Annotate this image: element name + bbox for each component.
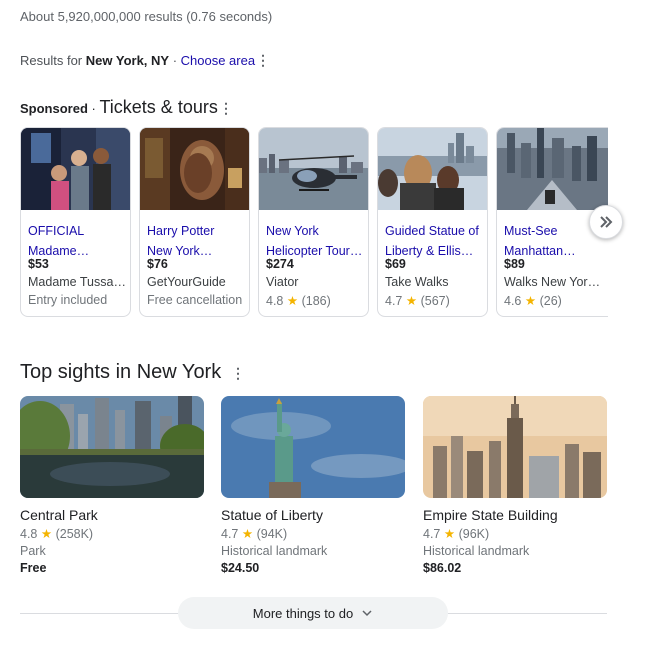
sight-type: Park: [20, 544, 46, 558]
ticket-price: $53: [28, 257, 49, 271]
sight-card[interactable]: Statue of Liberty 4.7 ★ (94K) Historical…: [221, 396, 405, 575]
sight-price: Free: [20, 561, 47, 575]
sight-image-empire-state: [423, 396, 607, 498]
sight-image-statue-of-liberty: [221, 396, 405, 498]
sight-rating: 4.7 ★ (94K): [221, 527, 288, 541]
location-prefix: Results for: [20, 53, 86, 68]
ticket-seller: Walks New Yor…: [504, 275, 601, 289]
sight-rating: 4.7 ★ (96K): [423, 527, 490, 541]
location-separator: ·: [169, 53, 181, 68]
ticket-title[interactable]: Guided Statue of Liberty & Ellis…: [385, 221, 485, 261]
tickets-more-icon[interactable]: ⋮: [219, 101, 233, 115]
ticket-card[interactable]: New York Helicopter Tour… $274 Viator 4.…: [258, 127, 369, 317]
location-place: New York, NY: [85, 53, 170, 68]
chevron-down-icon: [362, 610, 372, 617]
star-icon: ★: [286, 294, 299, 308]
sponsored-header: Sponsored · Tickets & tours: [20, 97, 218, 118]
more-things-label: More things to do: [252, 605, 354, 621]
ticket-rating: 4.6 ★ (26): [504, 294, 562, 308]
ticket-image-statue-tour: [378, 128, 487, 210]
ticket-seller: GetYourGuide: [147, 275, 226, 289]
sight-name[interactable]: Statue of Liberty: [221, 507, 405, 523]
ticket-rating: 4.8 ★ (186): [266, 294, 331, 308]
location-more-icon[interactable]: ⋮: [256, 53, 270, 67]
star-icon: ★: [405, 294, 418, 308]
ticket-meta: Entry included: [28, 293, 108, 307]
sight-name[interactable]: Central Park: [20, 507, 204, 523]
ticket-meta: Free cancellation: [147, 293, 243, 307]
ticket-image-manhattan: [497, 128, 608, 210]
sight-rating: 4.8 ★ (258K): [20, 527, 94, 541]
choose-area-link[interactable]: Choose area: [181, 53, 255, 68]
ticket-card[interactable]: OFFICIAL Madame… $53 Madame Tussa… Entry…: [20, 127, 131, 317]
sponsored-separator: ·: [87, 101, 100, 116]
ticket-seller: Madame Tussa…: [28, 275, 126, 289]
ticket-image-helicopter: [259, 128, 368, 210]
sight-type: Historical landmark: [221, 544, 328, 558]
ticket-price: $89: [504, 257, 525, 271]
double-chevron-right-icon: [600, 216, 613, 228]
more-things-button[interactable]: More things to do: [178, 597, 448, 629]
star-icon: ★: [443, 527, 456, 541]
ticket-image-harry-potter: [140, 128, 249, 210]
ticket-title[interactable]: Harry Potter New York…: [147, 221, 247, 261]
ticket-seller: Take Walks: [385, 275, 449, 289]
ticket-card[interactable]: Guided Statue of Liberty & Ellis… $69 Ta…: [377, 127, 488, 317]
results-stats: About 5,920,000,000 results (0.76 second…: [20, 9, 273, 24]
star-icon: ★: [40, 527, 53, 541]
sight-card[interactable]: Central Park 4.8 ★ (258K) Park Free: [20, 396, 204, 575]
location-line: Results for New York, NY · Choose area: [20, 53, 255, 68]
sight-type: Historical landmark: [423, 544, 530, 558]
sight-price: $24.50: [221, 561, 260, 575]
carousel-next-button[interactable]: [589, 205, 623, 239]
ticket-image-madame-tussauds: [21, 128, 130, 210]
sight-name[interactable]: Empire State Building: [423, 507, 607, 523]
ticket-rating: 4.7 ★ (567): [385, 294, 450, 308]
tickets-title: Tickets & tours: [99, 97, 218, 117]
sight-image-central-park: [20, 396, 204, 498]
star-icon: ★: [524, 294, 537, 308]
ticket-card[interactable]: Harry Potter New York… $76 GetYourGuide …: [139, 127, 250, 317]
ticket-price: $274: [266, 257, 294, 271]
ticket-seller: Viator: [266, 275, 299, 289]
sight-price: $86.02: [423, 561, 462, 575]
ticket-title[interactable]: OFFICIAL Madame…: [28, 221, 128, 261]
top-sights-title: Top sights in New York: [20, 361, 222, 383]
top-sights-more-icon[interactable]: ⋮: [231, 366, 245, 380]
star-icon: ★: [241, 527, 254, 541]
sponsored-label: Sponsored: [20, 101, 88, 116]
ticket-price: $76: [147, 257, 168, 271]
ticket-price: $69: [385, 257, 406, 271]
sight-card[interactable]: Empire State Building 4.7 ★ (96K) Histor…: [423, 396, 607, 575]
ticket-title[interactable]: New York Helicopter Tour…: [266, 221, 366, 261]
